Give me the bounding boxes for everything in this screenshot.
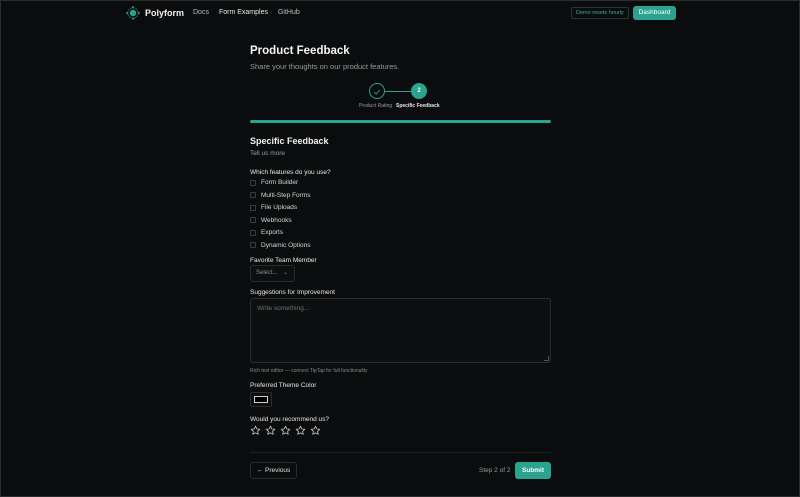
theme-color-picker[interactable] — [250, 392, 272, 407]
color-swatch — [254, 396, 268, 403]
checkbox-label: Exports — [261, 229, 284, 236]
checkbox-label: Form Builder — [261, 179, 299, 186]
stepper: 2 Product Rating Specific Feedback — [250, 83, 551, 113]
page-title: Product Feedback — [250, 45, 350, 57]
checkbox[interactable] — [250, 242, 256, 248]
progress-bar — [250, 120, 551, 123]
dashboard-button[interactable]: Dashboard — [633, 6, 676, 20]
feature-checkbox-dynamic-options[interactable]: Dynamic Options — [250, 242, 311, 249]
section-title: Specific Feedback — [250, 136, 329, 146]
feature-checkbox-multi-step[interactable]: Multi-Step Forms — [250, 192, 310, 199]
star-icon[interactable] — [265, 425, 276, 436]
nav-links: Docs Form Examples GitHub — [193, 9, 300, 16]
team-member-label: Favorite Team Member — [250, 257, 317, 264]
feature-checkbox-exports[interactable]: Exports — [250, 229, 283, 236]
feature-checkbox-form-builder[interactable]: Form Builder — [250, 179, 298, 186]
step-2-label: Specific Feedback — [396, 103, 440, 109]
footer-divider — [250, 452, 551, 453]
checkbox[interactable] — [250, 217, 256, 223]
resize-handle[interactable] — [544, 356, 549, 361]
submit-button[interactable]: Submit — [515, 462, 551, 479]
star-icon[interactable] — [310, 425, 321, 436]
nav-link-github[interactable]: GitHub — [278, 9, 300, 16]
demo-reset-badge: Demo resets hourly — [571, 7, 629, 19]
checkbox-label: Multi-Step Forms — [261, 191, 311, 199]
brand[interactable]: Polyform — [126, 6, 184, 20]
step-1-label: Product Rating — [359, 103, 393, 109]
section-subtitle: Tell us more — [250, 150, 286, 157]
select-value: Select... — [256, 270, 278, 276]
checkbox-label: Dynamic Options — [261, 241, 311, 249]
recommend-label: Would you recommend us? — [250, 416, 330, 423]
editor-placeholder: Write something... — [257, 305, 310, 312]
team-member-select[interactable]: Select... ⌄ — [250, 265, 295, 282]
page-subtitle: Share your thoughts on our product featu… — [250, 62, 400, 71]
editor-hint: Rich text editor — connect TipTap for fu… — [250, 368, 368, 374]
nav-link-form-examples[interactable]: Form Examples — [219, 9, 268, 16]
progress-bar-fill — [250, 120, 551, 123]
checkbox-label: Webhooks — [261, 216, 292, 224]
features-label: Which features do you use? — [250, 169, 331, 176]
step-2-current[interactable]: 2 — [411, 83, 427, 99]
window-frame — [0, 0, 800, 497]
check-icon — [373, 89, 381, 95]
checkbox[interactable] — [250, 204, 256, 211]
step-1-complete[interactable] — [369, 83, 385, 99]
nav-link-docs[interactable]: Docs — [193, 9, 209, 16]
chevron-down-icon: ⌄ — [282, 270, 288, 276]
suggestions-editor[interactable]: Write something... — [250, 298, 551, 363]
previous-button[interactable]: ← Previous — [250, 462, 297, 479]
star-rating — [250, 425, 321, 436]
star-icon[interactable] — [250, 425, 261, 436]
checkbox[interactable] — [250, 229, 256, 236]
theme-color-label: Preferred Theme Color — [250, 382, 317, 389]
stepper-connector — [385, 91, 411, 92]
checkbox[interactable] — [250, 179, 256, 186]
brand-name: Polyform — [145, 8, 185, 18]
feature-checkbox-webhooks[interactable]: Webhooks — [250, 217, 292, 224]
top-nav: Polyform Docs Form Examples GitHub Demo … — [0, 0, 800, 26]
checkbox-label: File Uploads — [261, 204, 298, 211]
star-icon[interactable] — [295, 425, 306, 436]
star-icon[interactable] — [280, 425, 291, 436]
suggestions-label: Suggestions for Improvement — [250, 289, 335, 296]
checkbox[interactable] — [250, 192, 256, 198]
polyform-logo-icon — [126, 6, 140, 20]
step-counter: Step 2 of 2 — [479, 467, 511, 474]
feature-checkbox-file-uploads[interactable]: File Uploads — [250, 204, 297, 211]
